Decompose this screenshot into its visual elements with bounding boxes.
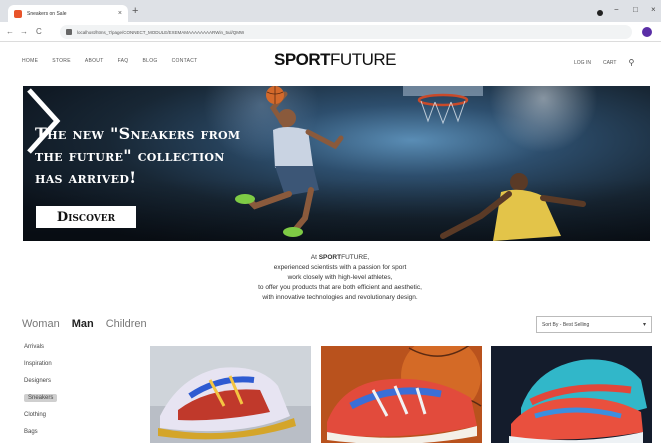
filter-clothing[interactable]: Clothing — [22, 409, 82, 426]
product-image-sneaker-2 — [321, 346, 482, 443]
discover-button[interactable]: Discover — [36, 206, 136, 228]
hero-headline-line-1: The new "Sneakers from — [35, 124, 241, 143]
nav-faq-link[interactable]: FAQ — [118, 58, 129, 64]
product-card-2[interactable] — [321, 346, 482, 443]
browser-tab-bar: Sneakers on Sale × + − □ × — [0, 0, 661, 22]
url-field[interactable]: localhost/htms_7/page/CONNECT_MODULE/EXE… — [60, 25, 632, 39]
intro-line-5: with innovative technologies and revolut… — [262, 294, 418, 301]
intro-line-2: experienced scientists with a passion fo… — [273, 264, 407, 271]
tab-title: Sneakers on Sale — [27, 10, 67, 17]
filter-sneakers[interactable]: Sneakers — [22, 392, 82, 409]
login-link[interactable]: LOG IN — [574, 60, 591, 66]
filter-label: Inspiration — [24, 361, 52, 367]
site-header: HOME STORE ABOUT FAQ BLOG CONTACT SPORTF… — [0, 42, 661, 82]
chevron-down-icon: ▾ — [642, 322, 646, 328]
forward-button[interactable]: → — [20, 25, 28, 39]
site-logo[interactable]: SPORTFUTURE — [270, 50, 400, 70]
account-nav: LOG IN CART ⚲ — [574, 58, 634, 67]
cart-link[interactable]: CART — [603, 60, 617, 66]
product-image-sneaker-1 — [150, 346, 311, 443]
main-nav: HOME STORE ABOUT FAQ BLOG CONTACT — [22, 58, 198, 64]
brand-intro: At SPORTFUTURE, experienced scientists w… — [220, 253, 460, 303]
category-tabs: Woman Man Children — [22, 318, 147, 330]
filter-sidebar: Arrivals Inspiration Designers Sneakers … — [22, 341, 82, 443]
intro-suffix: , — [367, 254, 370, 261]
tab-woman[interactable]: Woman — [22, 318, 60, 330]
browser-tab[interactable]: Sneakers on Sale × — [8, 5, 128, 22]
filter-label: Clothing — [24, 412, 47, 418]
tab-children[interactable]: Children — [106, 318, 147, 330]
nav-home-link[interactable]: HOME — [22, 58, 38, 64]
back-button[interactable]: ← — [6, 25, 14, 39]
intro-brand-bold: SPORT — [318, 254, 342, 261]
intro-brand: SPORTFUTURE — [319, 254, 368, 261]
site-info-icon[interactable] — [66, 29, 72, 35]
tab-man[interactable]: Man — [72, 318, 94, 330]
nav-about-link[interactable]: ABOUT — [85, 58, 104, 64]
chevron-right-icon[interactable] — [23, 86, 63, 156]
filter-label: Arrivals — [24, 344, 45, 350]
hero-headline: The new "Sneakers from the future" colle… — [35, 123, 285, 189]
intro-brand-thin: FUTURE — [341, 254, 368, 261]
close-window-button[interactable]: × — [651, 4, 656, 16]
nav-contact-link[interactable]: CONTACT — [172, 58, 198, 64]
hero-headline-line-2: the future" collection — [35, 146, 225, 165]
product-card-3[interactable] — [491, 346, 652, 443]
filter-label: Designers — [24, 378, 52, 384]
intro-line-4: to offer you products that are both effi… — [258, 284, 422, 291]
product-image-sneaker-3 — [491, 346, 652, 443]
intro-line-1: At SPORTFUTURE, — [220, 253, 460, 263]
intro-line-3: work closely with high-level athletes, — [287, 274, 393, 281]
tab-close-icon[interactable]: × — [118, 10, 122, 17]
filter-label: Sneakers — [24, 394, 58, 402]
reload-button[interactable]: C — [36, 25, 42, 39]
sort-selected-value: Sort By - Best Selling — [542, 321, 590, 328]
filter-bags[interactable]: Bags — [22, 426, 82, 443]
browser-address-bar: ← → C localhost/htms_7/page/CONNECT_MODU… — [0, 22, 661, 42]
maximize-button[interactable]: □ — [633, 4, 638, 16]
filter-label: Bags — [24, 429, 38, 435]
filter-arrivals[interactable]: Arrivals — [22, 341, 82, 358]
url-text: localhost/htms_7/page/CONNECT_MODULE/EXE… — [77, 29, 245, 35]
hero-headline-line-3: has arrived! — [35, 168, 137, 187]
new-tab-button[interactable]: + — [132, 4, 138, 18]
minimize-button[interactable]: − — [614, 4, 619, 16]
nav-store-link[interactable]: STORE — [52, 58, 71, 64]
site-favicon-icon — [14, 9, 22, 18]
nav-blog-link[interactable]: BLOG — [142, 58, 157, 64]
filter-designers[interactable]: Designers — [22, 375, 82, 392]
recording-indicator-icon — [597, 10, 603, 16]
product-card-1[interactable] — [150, 346, 311, 443]
hero-banner: The new "Sneakers from the future" colle… — [23, 86, 650, 241]
logo-bold-text: SPORT — [273, 50, 331, 69]
search-icon[interactable]: ⚲ — [628, 58, 634, 67]
filter-inspiration[interactable]: Inspiration — [22, 358, 82, 375]
intro-prefix: At — [310, 254, 319, 261]
profile-avatar[interactable] — [642, 27, 652, 37]
logo-thin-text: FUTURE — [330, 50, 396, 69]
sort-dropdown[interactable]: Sort By - Best Selling ▾ — [536, 316, 652, 333]
